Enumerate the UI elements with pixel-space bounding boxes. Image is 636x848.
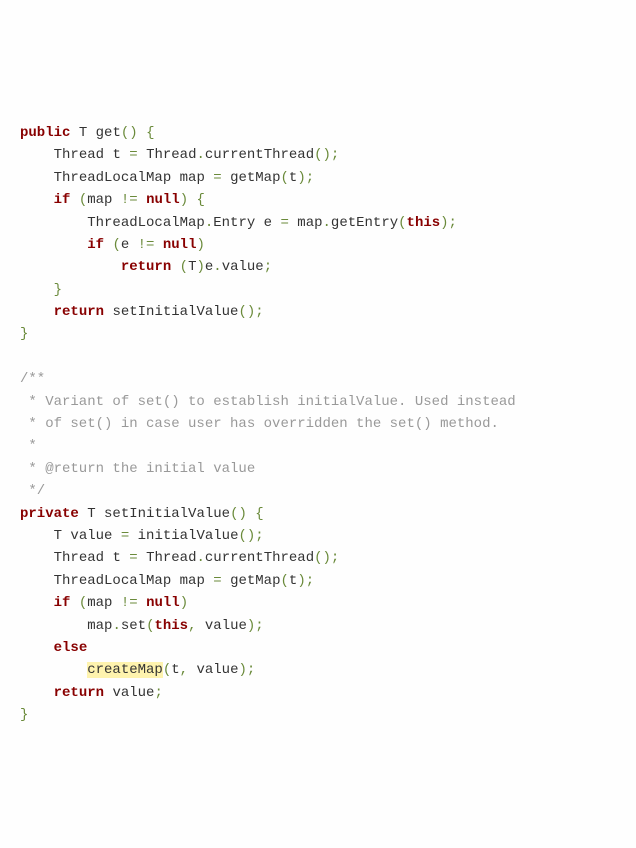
keyword-return: return bbox=[54, 304, 104, 320]
keyword-return: return bbox=[121, 259, 171, 275]
code-line: } bbox=[20, 326, 28, 342]
code-line: T value = initialValue(); bbox=[20, 528, 264, 544]
comment-line: * bbox=[20, 438, 37, 454]
code-line: else bbox=[20, 640, 87, 656]
code-line: if (e != null) bbox=[20, 237, 205, 253]
highlighted-method: createMap bbox=[87, 662, 163, 678]
comment-line: * of set() in case user has overridden t… bbox=[20, 416, 499, 432]
code-line: ThreadLocalMap map = getMap(t); bbox=[20, 170, 314, 186]
keyword-return: return bbox=[54, 685, 104, 701]
keyword-null: null bbox=[146, 192, 180, 208]
code-line: ThreadLocalMap map = getMap(t); bbox=[20, 573, 314, 589]
code-line: return value; bbox=[20, 685, 163, 701]
code-line: } bbox=[20, 707, 28, 723]
keyword-null: null bbox=[146, 595, 180, 611]
code-line: map.set(this, value); bbox=[20, 618, 264, 634]
code-line: ThreadLocalMap.Entry e = map.getEntry(th… bbox=[20, 215, 457, 231]
code-line: } bbox=[20, 282, 62, 298]
code-block: public T get() { Thread t = Thread.curre… bbox=[20, 100, 616, 727]
comment-line: /** bbox=[20, 371, 45, 387]
code-line: public T get() { bbox=[20, 125, 154, 141]
keyword-this: this bbox=[407, 215, 441, 231]
keyword-if: if bbox=[54, 192, 71, 208]
code-line: createMap(t, value); bbox=[20, 662, 255, 678]
keyword-null: null bbox=[163, 237, 197, 253]
comment-line: * Variant of set() to establish initialV… bbox=[20, 394, 516, 410]
code-line: Thread t = Thread.currentThread(); bbox=[20, 550, 339, 566]
keyword-public: public bbox=[20, 125, 70, 141]
code-line: Thread t = Thread.currentThread(); bbox=[20, 147, 339, 163]
keyword-this: this bbox=[154, 618, 188, 634]
keyword-private: private bbox=[20, 506, 79, 522]
keyword-if: if bbox=[87, 237, 104, 253]
code-line: if (map != null) { bbox=[20, 192, 205, 208]
code-line: if (map != null) bbox=[20, 595, 188, 611]
code-line: return (T)e.value; bbox=[20, 259, 272, 275]
comment-line: * @return the initial value bbox=[20, 461, 255, 477]
keyword-else: else bbox=[54, 640, 88, 656]
code-line: private T setInitialValue() { bbox=[20, 506, 264, 522]
comment-line: */ bbox=[20, 483, 45, 499]
code-line: return setInitialValue(); bbox=[20, 304, 264, 320]
keyword-if: if bbox=[54, 595, 71, 611]
